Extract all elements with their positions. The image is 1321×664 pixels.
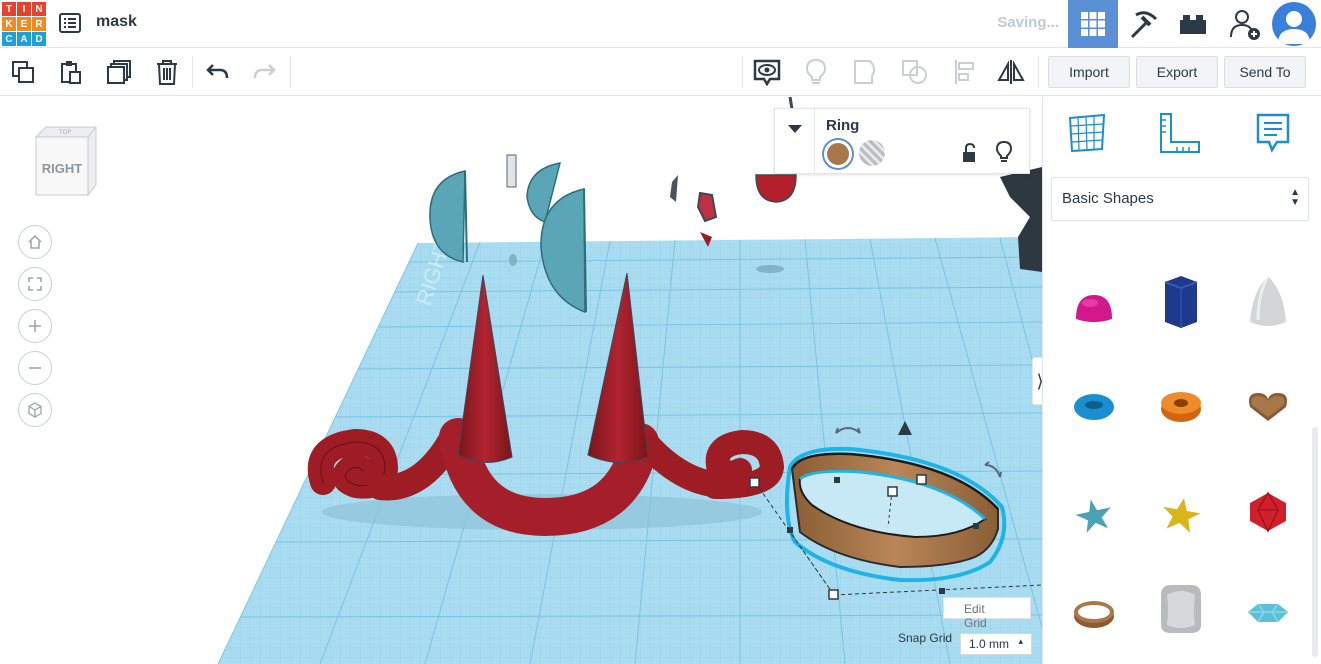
ungroup-icon[interactable] (900, 57, 930, 87)
delete-icon[interactable] (152, 57, 182, 87)
invite-user-icon[interactable] (1220, 0, 1270, 48)
group-icon[interactable] (851, 57, 881, 87)
fit-view-icon[interactable] (18, 267, 52, 301)
toolbar-divider (1038, 56, 1039, 88)
toolbar-divider (742, 56, 743, 88)
redo-icon[interactable] (250, 57, 280, 87)
toolbar-divider (290, 56, 291, 88)
3d-design-grid-icon[interactable] (1068, 0, 1118, 48)
edit-toolbar: Import Export Send To (0, 48, 1321, 96)
panel-scrollbar[interactable] (1312, 427, 1318, 657)
notes-icon[interactable] (1251, 111, 1295, 155)
snap-grid-value: 1.0 mm (969, 637, 1010, 651)
caret-up-icon: ▴ (1018, 636, 1023, 646)
logo-letter: A (17, 32, 31, 46)
import-button[interactable]: Import (1048, 56, 1130, 88)
svg-text:TOP: TOP (58, 129, 71, 136)
top-bar: T I N K E R C A D mask Saving... (0, 0, 1321, 48)
resize-handle[interactable] (749, 477, 760, 488)
logo-letter: E (17, 17, 31, 31)
duplicate-icon[interactable] (104, 57, 134, 87)
shape-half-sphere[interactable] (1066, 277, 1122, 337)
shape-gem[interactable] (1240, 584, 1296, 644)
logo-letter: T (2, 2, 16, 16)
height-handle[interactable] (916, 474, 927, 485)
hole-swatch[interactable] (859, 140, 885, 166)
edit-grid-button[interactable]: Edit Grid (943, 597, 1031, 630)
resize-handle[interactable] (939, 588, 945, 594)
resize-handle[interactable] (887, 486, 898, 497)
small-piece[interactable] (670, 175, 678, 202)
shape-paraboloid[interactable] (1240, 272, 1296, 332)
zoom-out-icon[interactable] (18, 351, 52, 385)
paste-icon[interactable] (56, 57, 86, 87)
shape-tube[interactable] (1153, 377, 1209, 437)
shape-rounded-cube[interactable] (1153, 579, 1209, 639)
home-view-icon[interactable] (18, 225, 52, 259)
pickaxe-icon[interactable] (1118, 0, 1168, 48)
shape-category-select[interactable]: Basic Shapes ▲ ▼ (1051, 177, 1309, 221)
sort-arrows-icon: ▲ ▼ (1290, 187, 1300, 208)
shape-name[interactable]: Ring (826, 117, 859, 134)
workplane-grid-icon[interactable] (1065, 111, 1109, 155)
shape-ring[interactable] (1066, 584, 1122, 644)
red-bowl-shape[interactable] (755, 174, 797, 203)
show-all-eye-icon[interactable] (752, 57, 782, 87)
toolbar-divider (192, 56, 193, 88)
view-cube[interactable]: TOP RIGHT (32, 125, 98, 199)
solid-color-swatch[interactable] (824, 140, 852, 168)
small-piece[interactable] (696, 191, 718, 223)
resize-handle[interactable] (787, 527, 793, 533)
small-box-shape[interactable] (506, 154, 517, 188)
document-title[interactable]: mask (96, 13, 137, 31)
shapes-panel: Basic Shapes ▲ ▼ (1042, 97, 1321, 664)
visibility-lightbulb-icon[interactable] (995, 140, 1013, 163)
zoom-in-icon[interactable] (18, 309, 52, 343)
hide-lightbulb-icon[interactable] (801, 57, 831, 87)
bricks-icon[interactable] (1168, 0, 1218, 48)
shape-icosahedron[interactable] (1240, 482, 1296, 542)
shape-polygon-prism[interactable] (1153, 272, 1209, 332)
shape-star[interactable] (1066, 485, 1122, 545)
copy-icon[interactable] (8, 57, 38, 87)
logo-letter: K (2, 17, 16, 31)
resize-handle[interactable] (973, 523, 979, 529)
3d-viewport[interactable]: RIGHT TOP RIGHT Ring Edit Grid Snap Grid… (0, 97, 1042, 664)
shape-heart[interactable] (1240, 377, 1296, 437)
tinkercad-logo[interactable]: T I N K E R C A D (2, 2, 46, 46)
logo-letter: I (17, 2, 31, 16)
resize-handle[interactable] (834, 477, 840, 483)
shape-inspector: Ring (774, 108, 1030, 175)
design-list-icon[interactable] (58, 11, 82, 35)
shape-torus[interactable] (1066, 377, 1122, 437)
save-status: Saving... (997, 14, 1059, 31)
perspective-cube-icon[interactable] (18, 393, 52, 427)
snap-grid-select[interactable]: 1.0 mm ▴ (960, 633, 1032, 655)
snap-grid-label: Snap Grid (898, 631, 953, 645)
logo-letter: C (2, 32, 16, 46)
resize-handle[interactable] (828, 589, 839, 600)
mirror-icon[interactable] (996, 57, 1026, 87)
shape-category-value: Basic Shapes (1062, 190, 1154, 207)
user-avatar[interactable] (1272, 2, 1316, 46)
lock-icon[interactable] (961, 142, 979, 163)
logo-letter: N (32, 2, 46, 16)
shape-star-gold[interactable] (1153, 485, 1209, 545)
collapse-inspector-button[interactable] (775, 109, 815, 175)
ruler-icon[interactable] (1158, 111, 1202, 155)
logo-letter: D (32, 32, 46, 46)
scene-canvas[interactable]: RIGHT (0, 97, 1042, 664)
align-icon[interactable] (950, 57, 980, 87)
send-to-button[interactable]: Send To (1224, 56, 1306, 88)
export-button[interactable]: Export (1136, 56, 1218, 88)
undo-icon[interactable] (202, 57, 232, 87)
caret-down-icon (787, 125, 802, 133)
logo-letter: R (32, 17, 46, 31)
view-cube-face-label: RIGHT (41, 161, 83, 176)
